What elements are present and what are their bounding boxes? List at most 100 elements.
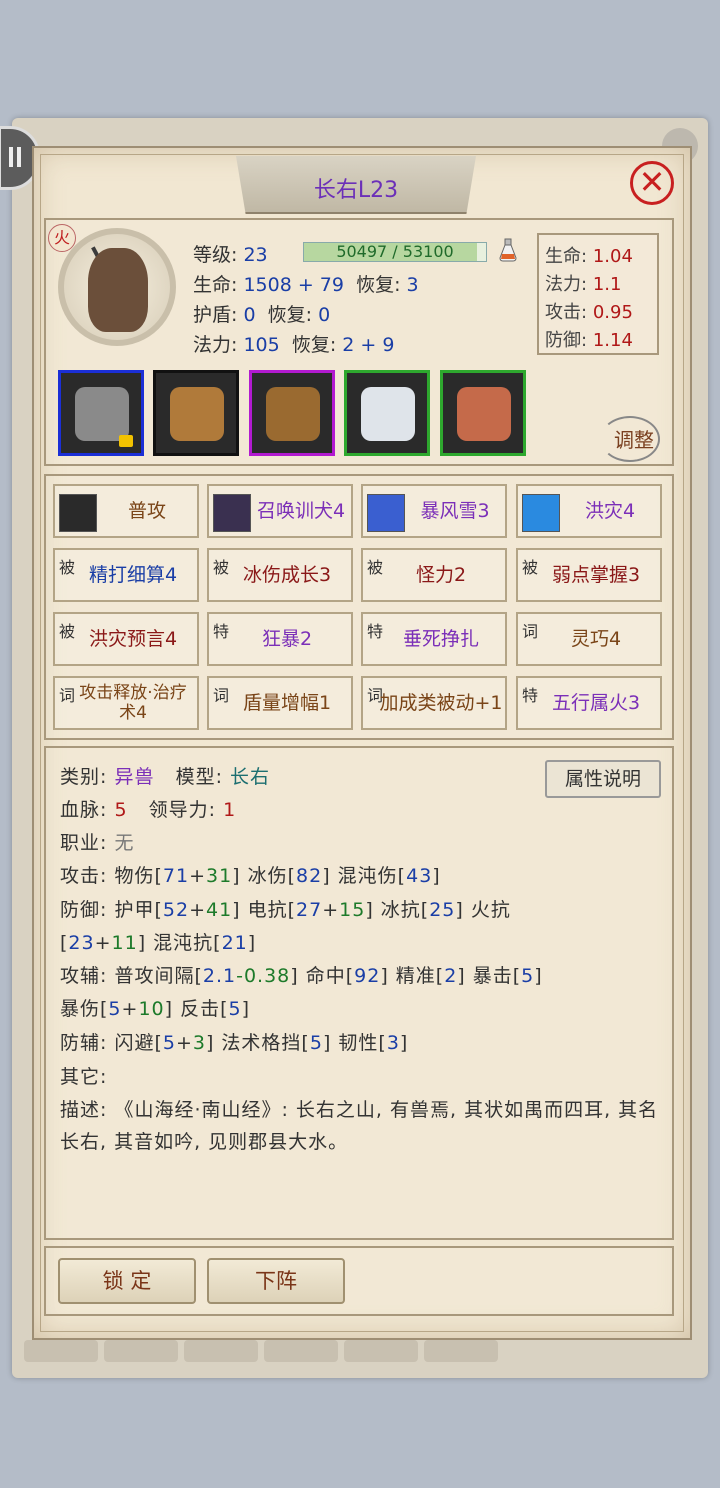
value-fragment: ] xyxy=(247,932,257,954)
skill-slot[interactable]: 词攻击释放·治疗术4 xyxy=(53,676,199,730)
skill-name: 怪力2 xyxy=(415,564,467,586)
skill-slot[interactable]: 词加成类被动+1 xyxy=(361,676,507,730)
attack-aux-values-2: 暴伤[5+10] 反击[5] xyxy=(60,998,250,1020)
skill-slot[interactable]: 被怪力2 xyxy=(361,548,507,602)
skill-name: 洪灾预言4 xyxy=(88,628,178,650)
skill-name: 冰伤成长3 xyxy=(242,564,332,586)
level-value: 23 xyxy=(243,244,268,266)
skill-name: 洪灾4 xyxy=(584,500,636,522)
defense-line: 防御: 护甲[52+41] 电抗[27+15] 冰抗[25] 火抗 xyxy=(60,895,511,922)
job-value: 无 xyxy=(114,832,135,854)
growth-value: 0.95 xyxy=(592,302,633,323)
potion-icon[interactable] xyxy=(499,238,517,262)
shield-recover-value: 0 xyxy=(318,304,331,326)
value-fragment: 5 xyxy=(228,998,242,1020)
defense-values-2: [23+11] 混沌抗[21] xyxy=(60,932,256,954)
skill-slot[interactable]: 召唤训犬4 xyxy=(207,484,353,538)
category-line: 类别: 异兽 模型: 长右 xyxy=(60,762,270,789)
value-fragment: ] 火抗 xyxy=(455,899,511,921)
attribute-info-button[interactable]: 属性说明 xyxy=(545,760,661,798)
skill-slot[interactable]: 特五行属火3 xyxy=(516,676,662,730)
value-fragment: 10 xyxy=(138,998,165,1020)
exp-bar: 50497 / 53100 xyxy=(303,242,487,262)
lock-button[interactable]: 锁 定 xyxy=(58,1258,196,1304)
adjust-button[interactable]: 调整 xyxy=(600,416,666,462)
skill-slot[interactable]: 被弱点掌握3 xyxy=(516,548,662,602)
value-fragment: ] 命中[ xyxy=(290,965,355,987)
skill-name: 攻击释放·治疗术4 xyxy=(79,683,187,723)
value-fragment: 2.1 xyxy=(202,965,237,987)
value-fragment: 21 xyxy=(221,932,248,954)
lead-label: 领导力: xyxy=(148,799,217,821)
description-label: 描述: xyxy=(60,1099,108,1121)
value-fragment: 5 xyxy=(162,1032,176,1054)
pet-avatar[interactable] xyxy=(58,228,176,346)
value-fragment: 71 xyxy=(162,865,190,887)
equipment-slot-boots[interactable] xyxy=(249,370,335,456)
skill-slot[interactable]: 洪灾4 xyxy=(516,484,662,538)
skill-slot[interactable]: 词灵巧4 xyxy=(516,612,662,666)
value-fragment: + xyxy=(175,1032,193,1054)
skill-name: 垂死挣扎 xyxy=(402,628,479,650)
fur-armor-icon xyxy=(170,387,224,441)
background-tab xyxy=(104,1340,178,1362)
skill-slot[interactable]: 特狂暴2 xyxy=(207,612,353,666)
growth-value: 1.14 xyxy=(592,330,633,351)
attack-aux-line: 攻辅: 普攻间隔[2.1-0.38] 命中[92] 精准[2] 暴击[5] xyxy=(60,961,543,988)
value-fragment: ] 冰伤[ xyxy=(232,865,297,887)
category-value: 异兽 xyxy=(114,766,155,788)
background-tab xyxy=(24,1340,98,1362)
skill-slot[interactable]: 特垂死挣扎 xyxy=(361,612,507,666)
growth-row: 防御: 1.14 xyxy=(545,326,633,352)
model-value: 长右 xyxy=(230,766,271,788)
skill-slot[interactable]: 词盾量增幅1 xyxy=(207,676,353,730)
skill-slot[interactable]: 被冰伤成长3 xyxy=(207,548,353,602)
attack-values: 物伤[71+31] 冰伤[82] 混沌伤[43] xyxy=(114,865,440,887)
value-fragment: 普攻间隔[ xyxy=(114,965,203,987)
pet-title: 长右L23 xyxy=(313,178,399,203)
skill-slot[interactable]: 被洪灾预言4 xyxy=(53,612,199,666)
equipment-slot-fur-armor[interactable] xyxy=(153,370,239,456)
defense-aux-line: 防辅: 闪避[5+3] 法术格挡[5] 韧性[3] xyxy=(60,1028,408,1055)
job-label: 职业: xyxy=(60,832,108,854)
skill-slot[interactable]: 被精打细算4 xyxy=(53,548,199,602)
value-fragment: 2 xyxy=(444,965,458,987)
value-fragment: ] 韧性[ xyxy=(322,1032,387,1054)
value-fragment: + xyxy=(189,899,206,921)
value-fragment: 暴伤[ xyxy=(60,998,109,1020)
value-fragment: 92 xyxy=(354,965,381,987)
skill-name: 普攻 xyxy=(127,500,166,522)
shield-label: 护盾: xyxy=(193,304,238,326)
skill-slot[interactable]: 普攻 xyxy=(53,484,199,538)
unseat-button[interactable]: 下阵 xyxy=(207,1258,345,1304)
horse-mount-icon xyxy=(457,387,511,441)
value-fragment: -0.38 xyxy=(236,965,291,987)
skill-name: 灵巧4 xyxy=(570,628,622,650)
description-text: 《山海经·南山经》: 长右之山, 有兽焉, 其状如禺而四耳, 其名长右, 其音如… xyxy=(60,1099,659,1153)
value-fragment: ] xyxy=(534,965,543,987)
equipment-slot-horse-mount[interactable] xyxy=(440,370,526,456)
value-fragment: 5 xyxy=(309,1032,323,1054)
hp-recover-value: 3 xyxy=(406,274,419,296)
skill-name: 暴风雪3 xyxy=(420,500,490,522)
growth-label: 攻击: xyxy=(545,302,588,323)
growth-row: 攻击: 0.95 xyxy=(545,298,633,324)
value-fragment: ] 冰抗[ xyxy=(365,899,430,921)
value-fragment: ] 暴击[ xyxy=(457,965,522,987)
sword-icon xyxy=(59,494,97,532)
value-fragment: ] xyxy=(241,998,251,1020)
defense-values: 护甲[52+41] 电抗[27+15] 冰抗[25] 火抗 xyxy=(114,899,510,921)
value-fragment: 43 xyxy=(406,865,433,887)
value-fragment: ] xyxy=(432,865,441,887)
equipment-slot-axe-weapon[interactable] xyxy=(58,370,144,456)
hp-label: 生命: xyxy=(193,274,238,296)
skill-slot[interactable]: 暴风雪3 xyxy=(361,484,507,538)
other-label: 其它: xyxy=(60,1066,108,1088)
background-tab xyxy=(184,1340,258,1362)
equipment-slot-claw-accessory[interactable] xyxy=(344,370,430,456)
attack-aux-values: 普攻间隔[2.1-0.38] 命中[92] 精准[2] 暴击[5] xyxy=(114,965,542,987)
exp-text: 50497 / 53100 xyxy=(336,242,454,261)
growth-label: 法力: xyxy=(545,274,588,295)
close-icon[interactable]: ✕ xyxy=(630,161,674,205)
lock-icon xyxy=(119,435,133,447)
